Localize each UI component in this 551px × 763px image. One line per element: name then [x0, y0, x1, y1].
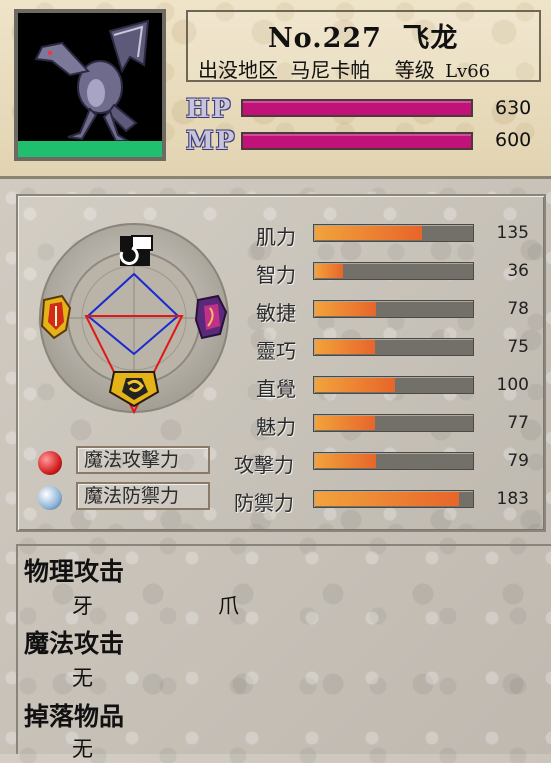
- magic-defense-orb-icon: [38, 486, 62, 510]
- magic-attack-title: 魔法攻击: [24, 629, 125, 658]
- stat-bar: [313, 490, 474, 508]
- stat-bar: [313, 376, 474, 394]
- stat-bar: [313, 262, 474, 280]
- stat-value: 100: [496, 375, 529, 395]
- wyvern-sprite-icon: [34, 19, 150, 142]
- stat-label: 直覺: [256, 377, 296, 401]
- level-value: Lv66: [445, 61, 491, 82]
- stat-value: 78: [507, 299, 529, 319]
- monster-number: No.227: [268, 23, 382, 54]
- stat-bar-fill: [315, 416, 375, 430]
- element-wheel: [39, 223, 229, 414]
- area-value: 马尼卡帕: [290, 58, 371, 82]
- stat-bar: [313, 224, 474, 242]
- stat-label: 攻擊力: [234, 453, 294, 477]
- mp-bar: [241, 132, 473, 150]
- monster-info-box: No.227 飞龙 出没地区 马尼卡帕 等级 Lv66: [186, 10, 541, 82]
- stat-bar-fill: [315, 378, 396, 392]
- stat-value: 77: [507, 413, 529, 433]
- stat-label: 魅力: [256, 415, 296, 439]
- stat-bar-fill: [315, 264, 344, 278]
- stat-bar-fill: [315, 302, 377, 316]
- level-label: 等级: [394, 58, 435, 82]
- monster-title: No.227 飞龙: [268, 16, 458, 55]
- stat-value: 183: [496, 489, 529, 509]
- drop-items-title: 掉落物品: [24, 702, 125, 731]
- stat-bar-fill: [315, 226, 422, 240]
- magic-attack-button[interactable]: 魔法攻擊力: [76, 446, 210, 474]
- monster-name: 飞龙: [402, 23, 459, 54]
- stat-bar-fill: [315, 454, 377, 468]
- stat-value: 135: [496, 223, 529, 243]
- mp-label: MP: [186, 126, 237, 155]
- top-emblem-icon: [119, 235, 153, 266]
- stat-label: 防禦力: [234, 491, 294, 515]
- physical-attack-item: 牙: [72, 594, 93, 618]
- stat-bar: [313, 338, 474, 356]
- portrait-floor: [18, 141, 162, 157]
- stat-label: 敏捷: [256, 301, 296, 325]
- monster-portrait: [14, 9, 166, 161]
- stat-bar: [313, 300, 474, 318]
- hp-bar: [241, 99, 473, 117]
- monster-area-line: 出没地区 马尼卡帕 等级 Lv66: [198, 54, 490, 83]
- hp-value: 630: [495, 97, 532, 119]
- hp-label: HP: [186, 94, 233, 123]
- stat-label: 肌力: [256, 225, 296, 249]
- stat-bar-fill: [315, 492, 460, 506]
- stat-bar: [313, 414, 474, 432]
- physical-attack-item: 爪: [218, 594, 239, 618]
- stat-label: 智力: [256, 263, 296, 287]
- stat-bar-fill: [315, 340, 375, 354]
- stat-value: 79: [507, 451, 529, 471]
- magic-attack-orb-icon: [38, 451, 62, 475]
- magic-attack-item: 无: [72, 666, 93, 690]
- drop-item: 无: [72, 737, 93, 761]
- physical-attack-title: 物理攻击: [24, 557, 125, 586]
- stat-value: 36: [507, 261, 529, 281]
- mp-value: 600: [495, 129, 532, 151]
- magic-emblem-icon: [194, 294, 228, 340]
- monster-header-panel: No.227 飞龙 出没地区 马尼卡帕 等级 Lv66 HP 630 MP 60…: [0, 0, 551, 179]
- stat-value: 75: [507, 337, 529, 357]
- magic-defense-button[interactable]: 魔法防禦力: [76, 482, 210, 510]
- area-label: 出没地区: [198, 58, 278, 82]
- stat-bar: [313, 452, 474, 470]
- stat-label: 靈巧: [256, 339, 296, 363]
